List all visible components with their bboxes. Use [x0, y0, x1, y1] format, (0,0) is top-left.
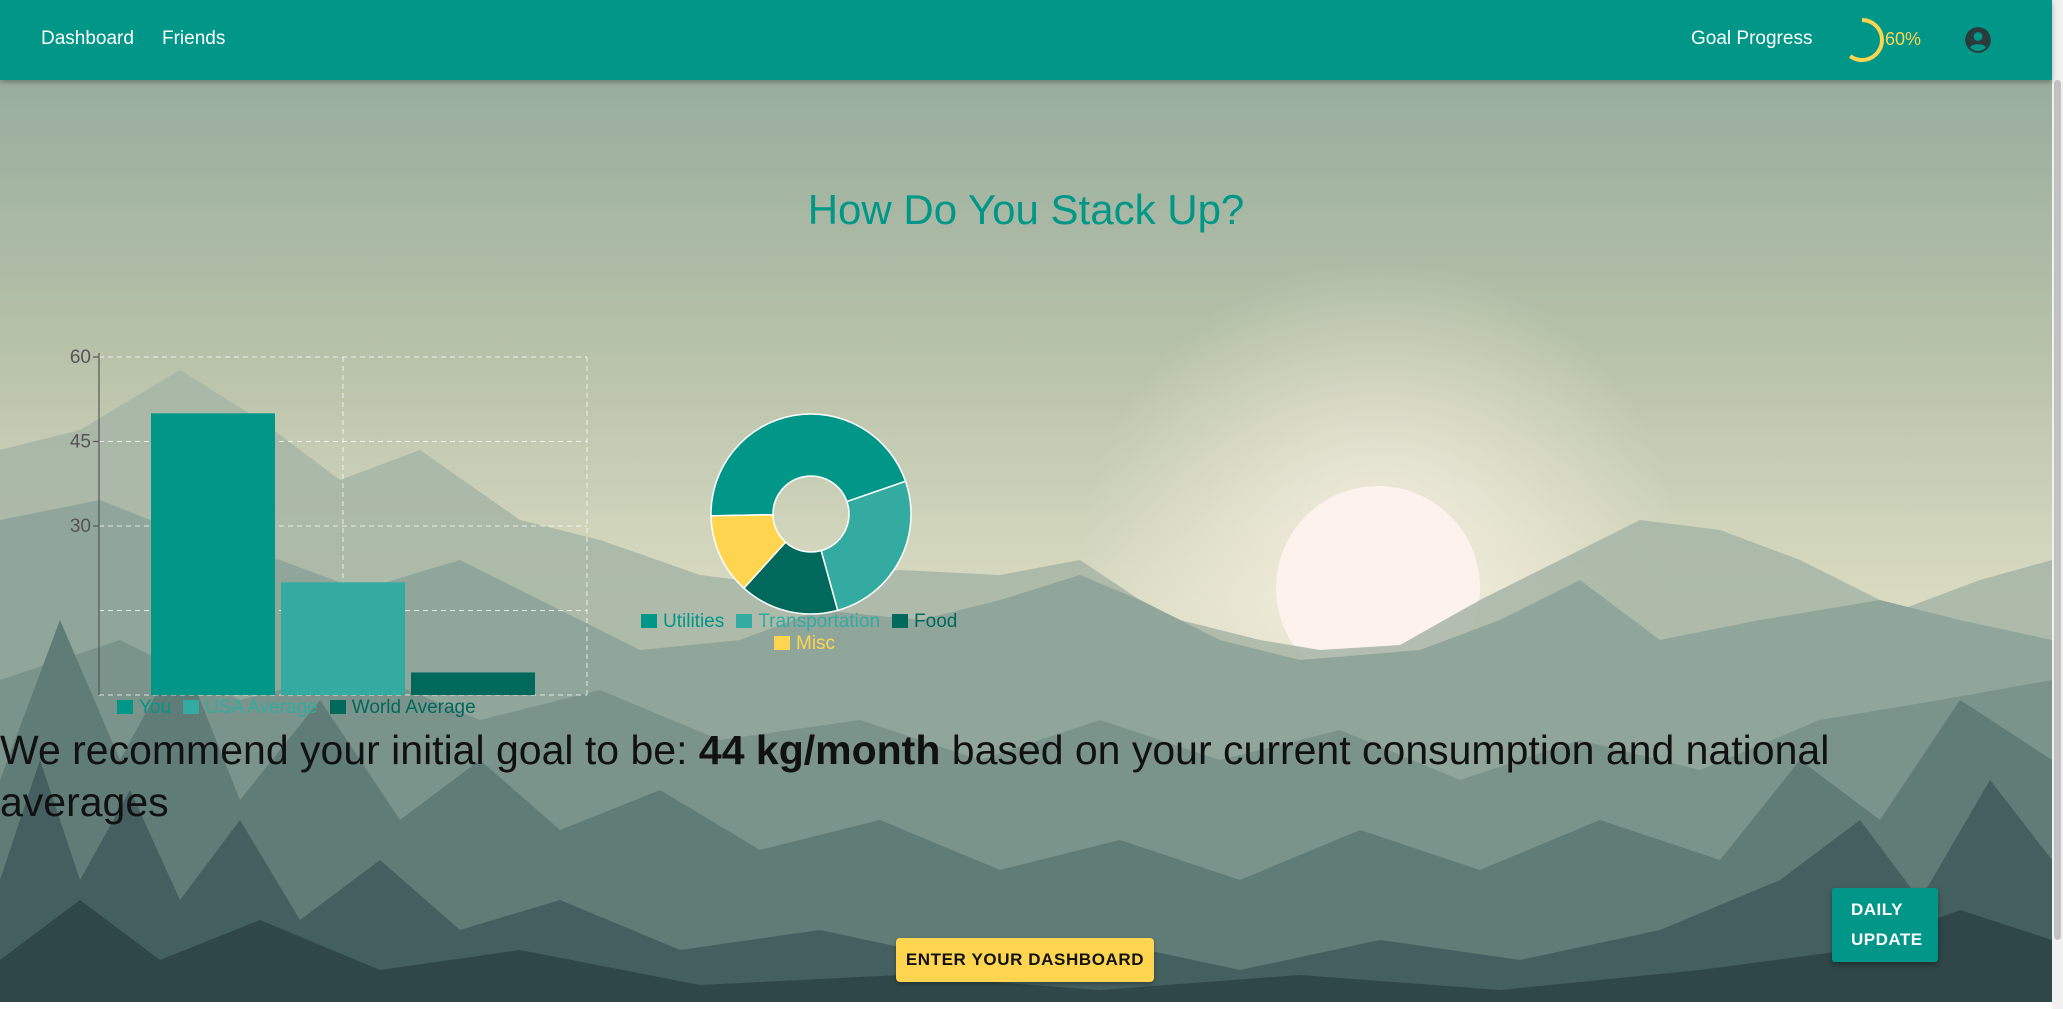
- bar-legend-item: World Average: [329, 697, 476, 719]
- legend-swatch: [329, 700, 346, 714]
- bar-y-tick-label: 60: [70, 347, 91, 368]
- bar-legend-label: USA Average: [205, 697, 318, 718]
- donut-legend-label: Transportation: [758, 611, 881, 632]
- donut-chart: [710, 413, 912, 615]
- legend-swatch: [117, 700, 133, 714]
- bar-legend-item: USA Average: [183, 697, 318, 719]
- bar-legend-item: You: [117, 697, 171, 719]
- bar-chart-ticks: 30 45 60: [70, 347, 99, 537]
- bar-chart-legend: You USA Average World Average: [117, 697, 488, 719]
- nav-link-dashboard[interactable]: Dashboard: [41, 28, 134, 50]
- scrollbar-thumb[interactable]: [2054, 80, 2061, 940]
- donut-legend-item: Transportation: [736, 611, 880, 633]
- donut-slice-transportation: [820, 480, 912, 612]
- account-circle-icon[interactable]: [1964, 26, 1992, 54]
- daily-update-button[interactable]: DAILY UPDATE: [1832, 888, 1938, 962]
- donut-legend-item: Food: [892, 611, 957, 633]
- donut-legend-label: Food: [914, 611, 958, 632]
- bar-y-tick-label: 30: [70, 516, 91, 537]
- enter-dashboard-button[interactable]: ENTER YOUR DASHBOARD: [896, 938, 1154, 982]
- bar-chart-bars: [151, 413, 535, 695]
- bar-you: [151, 413, 275, 695]
- donut-chart-legend: Utilities Transportation Food Misc: [641, 611, 981, 655]
- legend-swatch: [736, 614, 753, 628]
- bar-world-average: [411, 672, 535, 695]
- donut-legend-item: Utilities: [641, 611, 724, 633]
- legend-swatch: [183, 700, 200, 714]
- legend-swatch: [641, 614, 657, 628]
- recommendation-prefix: We recommend your initial goal to be:: [0, 727, 688, 773]
- donut-legend-label: Misc: [796, 633, 836, 654]
- goal-progress-label: Goal Progress: [1691, 28, 1813, 49]
- goal-progress-value: 60%: [1885, 29, 1922, 49]
- donut-legend-item: Misc: [774, 633, 835, 655]
- donut-legend-label: Utilities: [663, 611, 725, 632]
- top-nav-bar: Dashboard Friends Goal Progress 60%: [0, 0, 2052, 80]
- legend-swatch: [774, 636, 790, 650]
- donut-chart-slices: [710, 413, 912, 615]
- goal-recommendation: We recommend your initial goal to be: 44…: [0, 724, 1980, 828]
- goal-progress-ring: [1840, 18, 1884, 62]
- legend-swatch: [892, 614, 909, 628]
- page-title: How Do You Stack Up?: [807, 186, 1245, 233]
- bar-legend-label: World Average: [351, 697, 476, 718]
- goal-progress-arc: [1840, 18, 1884, 62]
- recommended-goal-value: 44 kg/month: [698, 727, 941, 773]
- bar-chart: 30 45 60: [70, 347, 588, 696]
- bar-legend-label: You: [139, 697, 172, 718]
- bar-y-tick-label: 45: [70, 432, 91, 453]
- bar-usa-average: [281, 582, 405, 695]
- nav-link-friends[interactable]: Friends: [162, 28, 225, 50]
